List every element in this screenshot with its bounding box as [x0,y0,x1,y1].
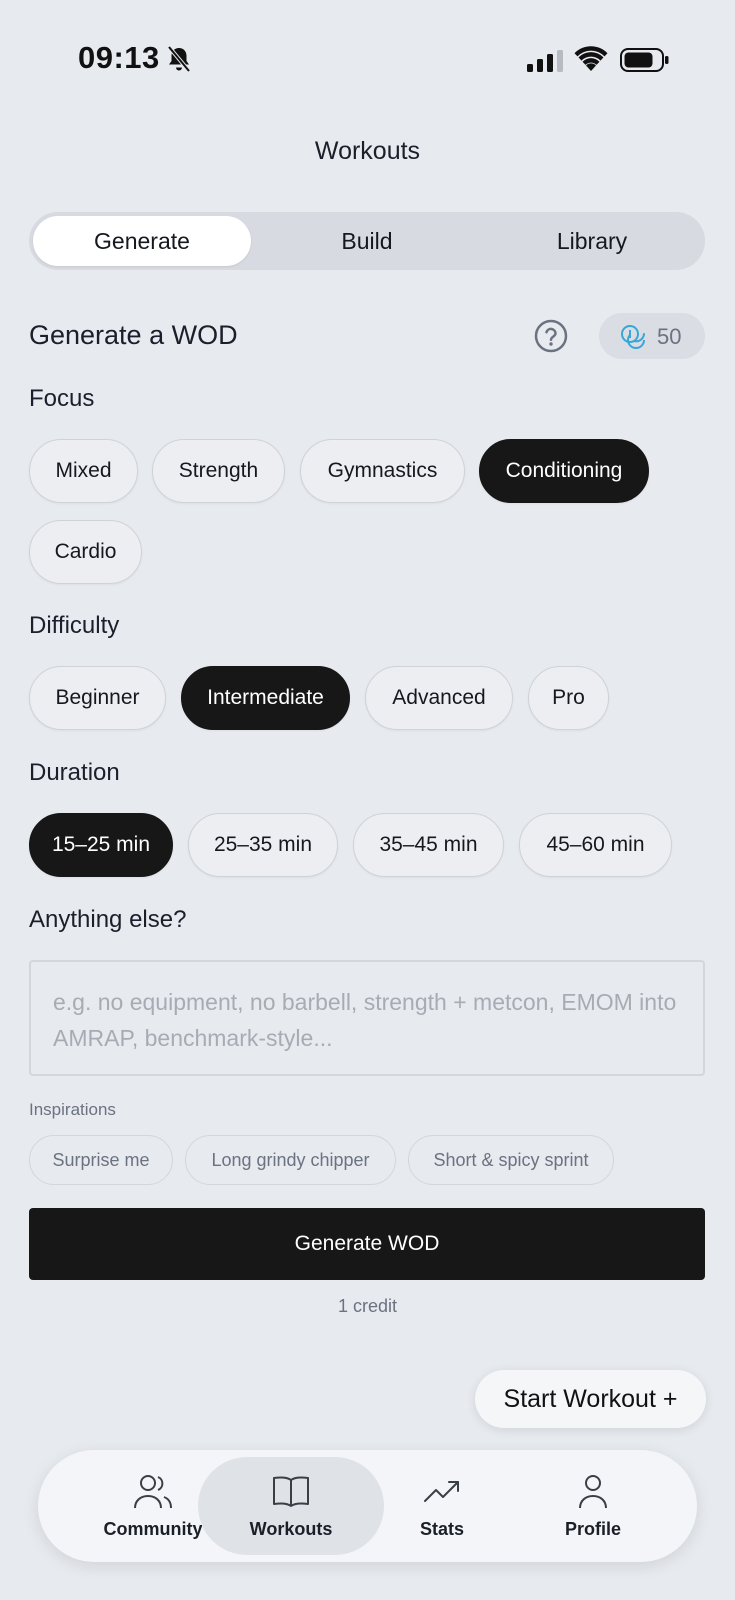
trending-up-icon [424,1481,459,1502]
notes-textarea[interactable]: e.g. no equipment, no barbell, strength … [29,960,705,1076]
focus-chip-strength[interactable]: Strength [152,439,285,503]
focus-chip-gymnastics[interactable]: Gymnastics [300,439,465,503]
workout-mode-segmented-control: Generate Build Library [29,212,705,270]
generate-wod-button[interactable]: Generate WOD [29,1208,705,1280]
difficulty-chip-beginner[interactable]: Beginner [29,666,166,730]
inspiration-chip-surprise-me[interactable]: Surprise me [29,1135,173,1185]
duration-label: Duration [29,759,120,786]
battery-icon [620,48,669,72]
inspiration-chip-long-grindy-chipper[interactable]: Long grindy chipper [185,1135,396,1185]
status-time: 09:13 [78,40,160,75]
inspirations-label: Inspirations [29,1100,116,1119]
difficulty-chip-pro[interactable]: Pro [528,666,609,730]
duration-chip-25-35[interactable]: 25–35 min [188,813,338,877]
bell-muted-icon [167,45,191,73]
wifi-icon [574,46,608,71]
segment-generate[interactable]: Generate [33,216,251,266]
help-icon[interactable] [534,319,568,353]
credit-cost-note: 1 credit [337,1296,398,1316]
bottom-tab-bar: Community Workouts Stats Profile [38,1450,697,1562]
cellular-signal-icon [527,50,563,72]
focus-chip-cardio[interactable]: Cardio [29,520,142,584]
tab-profile-label: Profile [564,1519,621,1539]
focus-chip-mixed[interactable]: Mixed [29,439,138,503]
duration-chip-15-25[interactable]: 15–25 min [29,813,173,877]
difficulty-chip-advanced[interactable]: Advanced [365,666,513,730]
focus-label: Focus [29,385,95,412]
start-workout-button[interactable]: Start Workout + [475,1370,706,1428]
generator-title: Generate a WOD [29,320,238,350]
credits-count: 50 [657,324,682,349]
page-title: Workouts [314,137,421,165]
duration-chip-45-60[interactable]: 45–60 min [519,813,672,877]
notes-label: Anything else? [29,906,187,933]
focus-chip-conditioning[interactable]: Conditioning [479,439,649,503]
segment-build[interactable]: Build [258,216,476,266]
inspiration-chip-short-spicy-sprint[interactable]: Short & spicy sprint [408,1135,614,1185]
tab-profile[interactable]: Profile [500,1457,686,1555]
community-icon [134,1475,172,1509]
open-book-icon [273,1476,309,1507]
difficulty-label: Difficulty [29,612,120,639]
segment-library[interactable]: Library [483,216,701,266]
duration-chip-35-45[interactable]: 35–45 min [353,813,504,877]
coins-icon [621,325,646,349]
status-bar: 09:13 [0,0,735,110]
difficulty-chip-intermediate[interactable]: Intermediate [181,666,350,730]
person-icon [579,1475,607,1509]
credits-badge[interactable]: 50 [599,313,705,359]
